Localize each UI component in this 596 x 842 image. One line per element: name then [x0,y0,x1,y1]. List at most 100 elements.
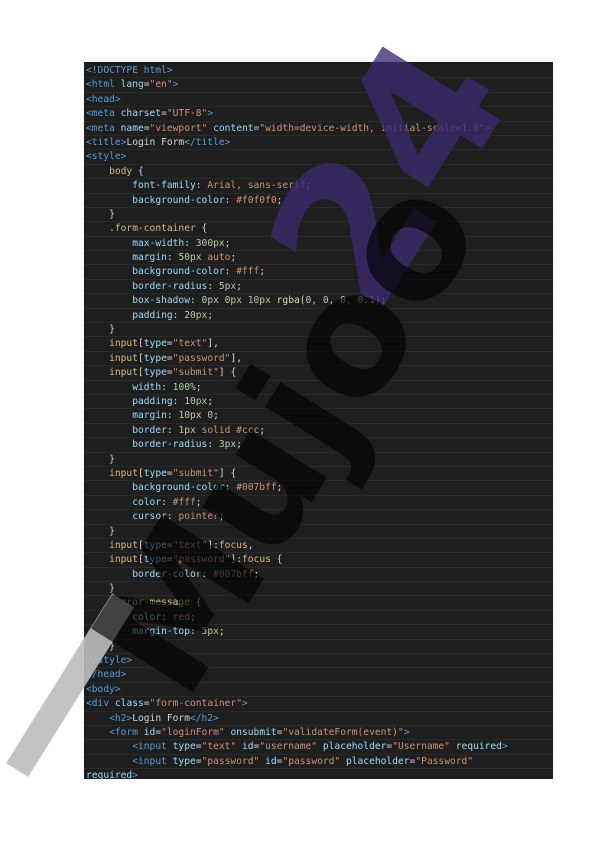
code-token: max-width [132,237,185,249]
code-token: body [109,165,133,177]
code-token: <head> [86,93,121,105]
code-token: <div [86,698,115,710]
code-token: > [172,79,179,91]
code-token: input [109,367,138,379]
code-token: { [195,223,208,235]
code-token: { [189,597,202,609]
code-line: font-family: Arial, sans-serif; [84,179,553,194]
code-token: <h2> [109,712,133,724]
code-token: : [201,568,214,580]
code-token: ; [207,395,214,407]
code-token: : [189,626,202,638]
code-token: : [166,410,179,422]
code-token: class [114,698,144,710]
code-token: : [161,611,173,623]
code-line: } [84,582,553,597]
code-line: <body> [84,683,553,698]
code-token: "UTF-8" [166,108,208,120]
code-token: background-color [132,194,225,206]
code-token: { [270,554,283,566]
code-token: "validateForm(event)" [282,726,404,738]
code-line: width: 100%; [84,381,553,395]
code-token: : [166,511,179,523]
code-line: <html lang="en"> [84,78,553,93]
code-token: id [241,741,254,753]
code-token: onsubmit [230,726,277,738]
code-line: background-color: #fff; [84,265,553,280]
code-token: type [143,367,167,379]
code-token: "password" [201,755,260,767]
code-token: 10px 0 [178,410,214,422]
code-token: 100% [172,381,196,393]
code-token: } [109,208,115,220]
code-token: > [501,741,508,753]
code-token: : [161,381,173,393]
code-token: : [224,194,237,206]
code-line: background-color: #f0f0f0; [84,194,553,208]
code-token: } [109,640,115,652]
code-token: Arial, sans-serif [207,180,306,192]
code-line: input[type="text"], [84,337,553,352]
code-token: .form-container [109,223,196,235]
code-token: <meta [86,122,121,134]
code-token: ]: [230,554,242,566]
code-token: 0px 0px 10px [201,295,271,307]
code-token: name [120,122,144,134]
code-token: padding [132,309,173,321]
code-token: width [132,381,162,393]
code-line: .form-container { [84,222,553,237]
code-token: > [241,698,248,710]
code-token: : [161,496,173,508]
code-token: lang [120,79,144,91]
code-token: cursor [132,511,167,523]
code-token: <body> [86,683,121,695]
code-token: input [109,554,138,566]
code-token: color [132,496,162,508]
code-line: body { [84,165,553,180]
code-token: "width=device-width, initial-scale=1.0" [259,122,485,134]
code-token: <input [132,741,173,753]
code-token: required [455,741,502,753]
code-token: border-radius [132,439,208,451]
code-token: solid #ccc [195,424,260,436]
code-line: padding: 20px; [84,309,553,324]
code-token: : [195,180,208,192]
code-line: <meta name="viewport" content="width=dev… [84,122,553,136]
code-token: padding [132,395,173,407]
code-token: : [166,252,179,264]
code-token: </title> [184,136,231,148]
code-line: border-color: #007bff; [84,568,553,583]
code-token: : [207,439,219,451]
code-token: rgba [276,295,300,307]
code-token: type [143,539,167,551]
code-token: ; [259,266,266,278]
code-line: } [84,525,553,539]
code-token: #fff [172,496,196,508]
code-token: ] { [218,467,237,479]
code-token: border-radius [132,280,208,292]
code-token: > [403,726,410,738]
code-token: : [172,395,185,407]
code-token: 5px [201,626,219,638]
code-token: ; [224,237,231,249]
code-token: id [143,726,156,738]
code-token: type [143,467,167,479]
code-token: auto [201,252,231,264]
code-token: type [143,352,167,364]
code-token: background-color [132,266,225,278]
